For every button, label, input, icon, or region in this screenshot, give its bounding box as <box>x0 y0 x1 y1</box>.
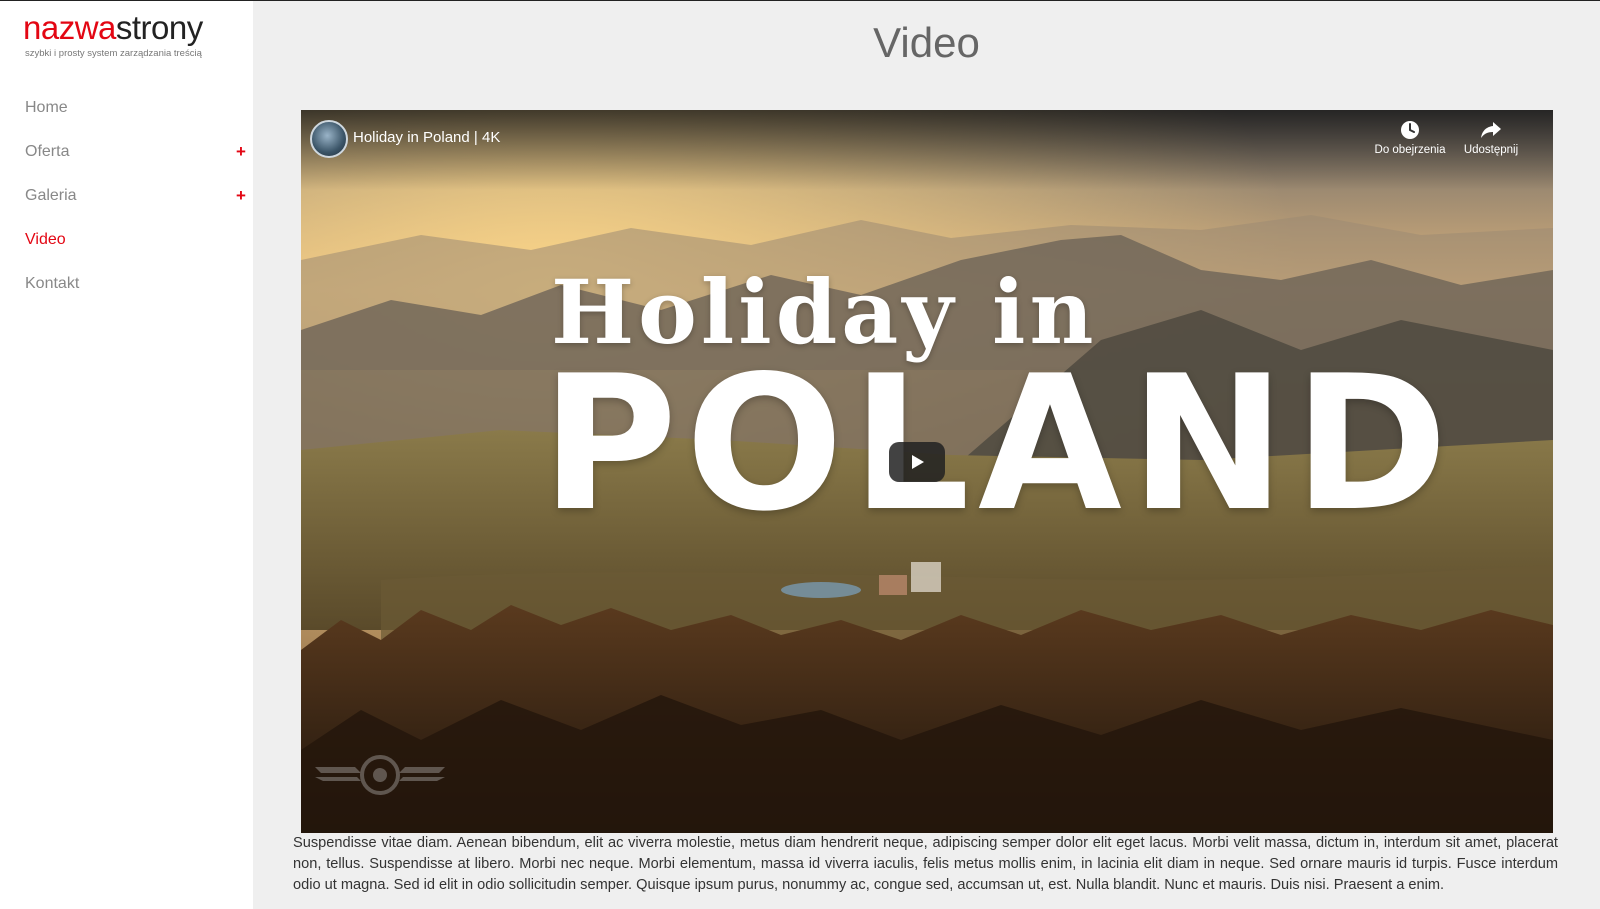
sidebar: nazwastrony szybki i prosty system zarzą… <box>0 1 253 909</box>
nav-item-video[interactable]: Video <box>0 218 253 262</box>
share-arrow-icon <box>1481 122 1501 138</box>
play-icon <box>912 455 924 469</box>
embedded-video-player[interactable]: Holiday in POLAND Holiday in Poland | 4K… <box>301 110 1553 833</box>
logo-part-red: nazwa <box>23 9 116 46</box>
nav-item-home[interactable]: Home <box>0 86 253 130</box>
site-logo[interactable]: nazwastrony <box>23 9 203 47</box>
thumbnail-headline-line2: POLAND <box>541 335 1456 552</box>
play-button[interactable] <box>889 442 945 482</box>
channel-watermark-logo <box>315 755 445 795</box>
channel-avatar[interactable] <box>310 120 348 158</box>
expand-plus-icon[interactable]: + <box>236 174 246 218</box>
watch-later-button[interactable]: Do obejrzenia <box>1365 120 1455 156</box>
nav-item-oferta[interactable]: Oferta + <box>0 130 253 174</box>
share-label: Udostępnij <box>1463 144 1519 156</box>
nav-item-label: Galeria <box>25 187 77 204</box>
main-content: Video Holiday in POLAND Holiday in Polan… <box>253 1 1600 909</box>
site-tagline: szybki i prosty system zarządzania treśc… <box>25 48 202 59</box>
clock-icon <box>1401 121 1419 139</box>
logo-part-dark: strony <box>115 9 203 46</box>
nav-item-kontakt[interactable]: Kontakt <box>0 262 253 306</box>
nav-item-label: Home <box>25 99 68 116</box>
body-paragraph: Suspendisse vitae diam. Aenean bibendum,… <box>293 835 1558 893</box>
watch-later-label: Do obejrzenia <box>1374 144 1446 156</box>
nav-item-galeria[interactable]: Galeria + <box>0 174 253 218</box>
video-title[interactable]: Holiday in Poland | 4K <box>353 129 500 146</box>
main-nav: Home Oferta + Galeria + Video Kontakt <box>0 86 253 306</box>
share-button[interactable]: Udostępnij <box>1453 120 1529 156</box>
nav-item-label: Video <box>25 231 66 248</box>
nav-item-label: Kontakt <box>25 275 80 292</box>
expand-plus-icon[interactable]: + <box>236 130 246 174</box>
nav-item-label: Oferta <box>25 143 70 160</box>
page-title: Video <box>873 19 980 66</box>
